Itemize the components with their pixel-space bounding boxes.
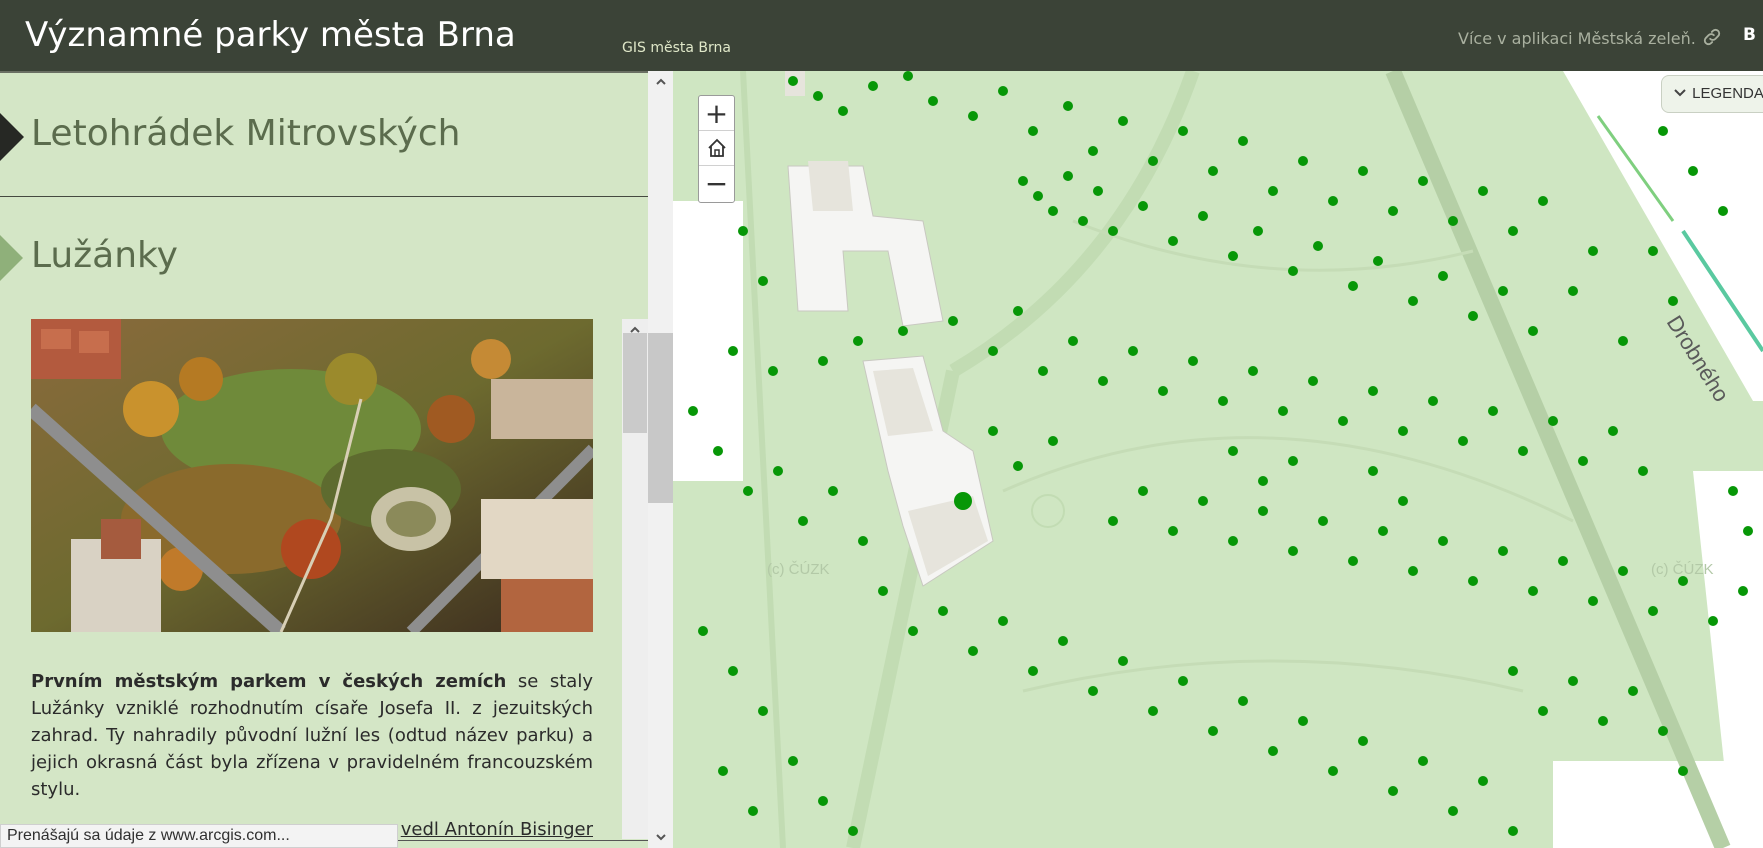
scroll-thumb[interactable] xyxy=(623,333,647,433)
map-watermark: (c) ČÚZK xyxy=(767,561,830,578)
legend-toggle-button[interactable]: LEGENDA xyxy=(1661,75,1763,113)
outer-scrollbar[interactable] xyxy=(648,71,673,848)
app-header: Významné parky města Brna GIS města Brna… xyxy=(0,0,1763,71)
map-watermark: (c) ČÚZK xyxy=(1651,561,1714,578)
panel-scrollbar[interactable] xyxy=(622,319,648,839)
home-button[interactable] xyxy=(699,131,734,166)
zoom-in-button[interactable]: + xyxy=(699,96,734,131)
more-in-app-link[interactable]: Více v aplikaci Městská zeleň. xyxy=(1458,29,1696,48)
map-view[interactable]: + − LEGENDA Drobného (c) ČÚZK (c) ČÚZK xyxy=(673,71,1763,848)
section-title: Lužánky xyxy=(31,235,178,276)
loading-status-bar: Prenášajú sa údaje z www.arcgis.com... xyxy=(0,824,398,848)
map-basemap xyxy=(673,71,1763,848)
zoom-out-button[interactable]: − xyxy=(699,166,734,201)
chevron-down-icon xyxy=(1674,85,1688,102)
link-icon[interactable] xyxy=(1701,26,1723,48)
description-bold: Prvním městským parkem v českých zemích xyxy=(31,671,507,692)
scroll-down-icon[interactable] xyxy=(654,830,668,844)
aerial-park-photo xyxy=(31,319,593,632)
description-text: Prvním městským parkem v českých zemích … xyxy=(31,668,593,803)
scroll-thumb[interactable] xyxy=(648,333,673,503)
home-icon xyxy=(707,138,726,157)
share-button[interactable]: B xyxy=(1743,25,1756,45)
section-marker xyxy=(0,235,23,281)
active-section-marker xyxy=(0,113,24,161)
section-letohradek[interactable]: Letohrádek Mitrovských xyxy=(0,73,648,197)
section-divider xyxy=(0,196,648,197)
legend-label: LEGENDA xyxy=(1692,85,1763,102)
app-title: Významné parky města Brna xyxy=(25,15,516,55)
section-title: Letohrádek Mitrovských xyxy=(31,113,461,154)
panel-bottom-line xyxy=(398,840,648,841)
scroll-up-icon[interactable] xyxy=(654,75,668,89)
zoom-controls: + − xyxy=(698,95,735,203)
header-subtitle-link[interactable]: GIS města Brna xyxy=(622,40,731,56)
